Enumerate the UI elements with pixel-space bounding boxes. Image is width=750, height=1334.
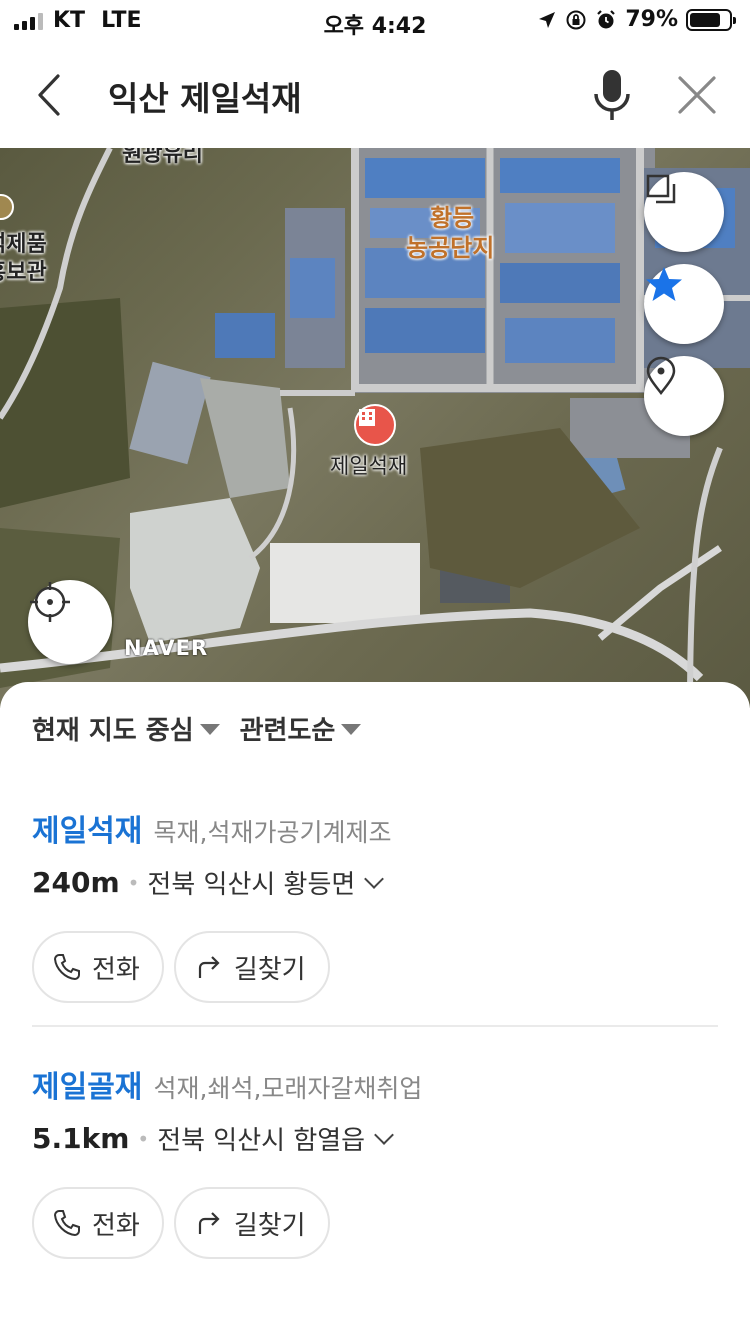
result-item[interactable]: 제일석재 목재,석재가공기계제조 240m • 전북 익산시 황등면 전화 길찾… xyxy=(32,806,718,1003)
area-label-agri-industrial: 농공단지 xyxy=(406,234,495,262)
caret-down-icon xyxy=(199,724,220,735)
current-location-button[interactable] xyxy=(28,580,112,664)
result-name[interactable]: 제일석재 xyxy=(32,814,142,849)
status-right: 79% xyxy=(537,7,736,32)
map-label-top-edge: 원광유리 xyxy=(122,148,203,167)
chevron-down-icon[interactable] xyxy=(374,1124,394,1145)
call-label: 전화 xyxy=(92,954,140,985)
place-pin-label: 제일석재 xyxy=(330,454,408,478)
result-address: 전북 익산시 함열읍 xyxy=(157,1126,366,1156)
phone-icon xyxy=(53,954,80,981)
favorites-button[interactable] xyxy=(644,264,724,344)
result-address: 전북 익산시 황등면 xyxy=(147,870,356,900)
sort-relevance-label: 관련도순 xyxy=(239,716,336,746)
status-bar: KT LTE 오후 4:42 79% xyxy=(0,0,750,42)
locate-me-icon xyxy=(30,582,70,622)
call-label: 전화 xyxy=(92,1210,140,1241)
result-name[interactable]: 제일골재 xyxy=(32,1070,142,1105)
search-input[interactable]: 익산 제일석재 xyxy=(108,72,302,120)
location-pin-button[interactable] xyxy=(644,356,724,436)
result-distance: 240m xyxy=(32,866,120,899)
map-view[interactable]: 원광유리 석제품 홍보관 황등 농공단지 제일석재 NAVER xyxy=(0,148,750,708)
voice-search-button[interactable] xyxy=(588,66,636,124)
directions-label: 길찾기 xyxy=(233,954,306,985)
battery-percent: 79% xyxy=(625,7,678,32)
sort-map-center-label: 현재 지도 중심 xyxy=(32,716,194,746)
directions-icon xyxy=(198,956,220,978)
caret-down-icon xyxy=(341,724,362,735)
result-title-row: 제일석재 목재,석재가공기계제조 xyxy=(32,806,718,850)
call-button[interactable]: 전화 xyxy=(32,931,164,1003)
result-actions: 전화 길찾기 xyxy=(32,931,718,1003)
back-button[interactable] xyxy=(28,70,72,120)
result-distance: 5.1km xyxy=(32,1122,130,1155)
phone-icon xyxy=(53,1210,80,1237)
directions-button[interactable]: 길찾기 xyxy=(173,1187,330,1259)
orientation-lock-icon xyxy=(566,10,586,29)
directions-button[interactable]: 길찾기 xyxy=(173,931,330,1003)
layers-icon xyxy=(646,174,676,204)
map-label-left-edge-2: 홍보관 xyxy=(0,260,47,285)
result-category: 석재,쇄석,모래자갈채취업 xyxy=(153,1074,423,1103)
result-meta: 5.1km • 전북 익산시 함열읍 xyxy=(32,1120,718,1157)
alarm-icon xyxy=(597,9,616,28)
filter-bar: 현재 지도 중심 관련도순 xyxy=(32,710,362,747)
naver-logo: NAVER xyxy=(124,636,209,660)
star-icon xyxy=(646,267,682,301)
results-sheet[interactable]: 현재 지도 중심 관련도순 제일석재 목재,석재가공기계제조 240m • 전북… xyxy=(0,682,750,1334)
battery-icon xyxy=(686,8,736,31)
search-header: 익산 제일석재 xyxy=(0,42,750,148)
directions-icon xyxy=(198,1212,220,1234)
close-icon xyxy=(678,76,716,114)
location-pin-icon xyxy=(646,356,676,396)
microphone-icon xyxy=(594,70,630,120)
chevron-left-icon xyxy=(38,74,60,116)
location-arrow-icon xyxy=(539,11,556,28)
result-divider xyxy=(32,1025,718,1027)
separator-dot: • xyxy=(127,870,140,895)
result-category: 목재,석재가공기계제조 xyxy=(153,818,392,847)
place-pin[interactable] xyxy=(354,404,396,446)
sort-relevance-dropdown[interactable]: 관련도순 xyxy=(240,710,362,747)
result-meta: 240m • 전북 익산시 황등면 xyxy=(32,864,718,901)
building-icon xyxy=(359,409,375,426)
result-item[interactable]: 제일골재 석재,쇄석,모래자갈채취업 5.1km • 전북 익산시 함열읍 전화… xyxy=(32,1062,718,1259)
sort-map-center-dropdown[interactable]: 현재 지도 중심 xyxy=(32,710,220,747)
chevron-down-icon[interactable] xyxy=(364,868,385,889)
result-actions: 전화 길찾기 xyxy=(32,1187,718,1259)
clear-search-button[interactable] xyxy=(672,70,722,120)
directions-label: 길찾기 xyxy=(233,1210,306,1241)
map-layers-button[interactable] xyxy=(644,172,724,252)
separator-dot: • xyxy=(137,1126,150,1151)
call-button[interactable]: 전화 xyxy=(32,1187,164,1259)
result-title-row: 제일골재 석재,쇄석,모래자갈채취업 xyxy=(32,1062,718,1106)
